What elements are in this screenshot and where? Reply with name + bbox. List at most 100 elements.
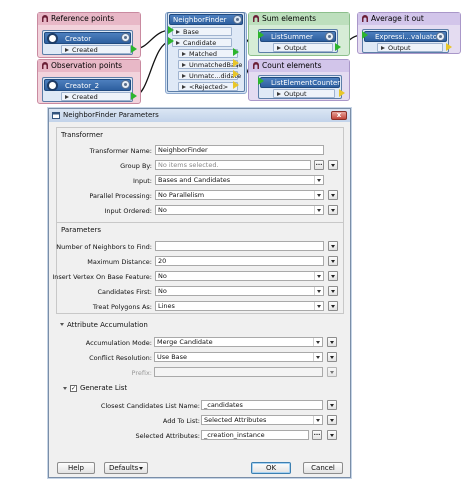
- insert-vertex-menu-button[interactable]: [328, 271, 338, 281]
- input-connector-icon[interactable]: [168, 26, 174, 34]
- bookmark-title: Observation points: [51, 61, 123, 70]
- port-arrow-icon: [182, 52, 186, 56]
- selected-attributes-field[interactable]: _creation_instance: [201, 430, 309, 440]
- add-to-list-menu-button[interactable]: [327, 415, 337, 425]
- input-port-base[interactable]: Base: [172, 27, 232, 36]
- output-port-created[interactable]: Created: [61, 92, 131, 101]
- treat-polygons-select[interactable]: Lines: [155, 301, 324, 311]
- output-connector-icon[interactable]: [233, 59, 239, 67]
- gear-icon[interactable]: [436, 32, 445, 41]
- transformer-name-label: Transformer Name:: [89, 147, 152, 155]
- transformer-listelementcounter[interactable]: ListElementCounter Output: [258, 75, 342, 99]
- output-port-output[interactable]: Output: [273, 89, 335, 98]
- maximum-distance-field[interactable]: 20: [155, 256, 324, 266]
- parallel-processing-select[interactable]: No Parallelism: [155, 190, 324, 200]
- gear-icon[interactable]: [121, 80, 130, 89]
- treat-polygons-menu-button[interactable]: [328, 301, 338, 311]
- group-by-field[interactable]: No items selected.: [155, 160, 311, 170]
- defaults-button[interactable]: Defaults: [104, 462, 148, 474]
- port-arrow-icon: [182, 85, 186, 89]
- candidates-first-menu-button[interactable]: [328, 286, 338, 296]
- help-button[interactable]: Help: [57, 462, 95, 474]
- bookmark-title: Average it out: [371, 14, 424, 23]
- transformer-creator[interactable]: Creator Created: [42, 30, 133, 55]
- output-port-output[interactable]: Output: [377, 43, 443, 52]
- generate-list-checkbox[interactable]: ✓: [70, 385, 77, 392]
- conflict-resolution-menu-button[interactable]: [327, 352, 337, 362]
- input-connector-icon[interactable]: [362, 31, 368, 39]
- list-name-field[interactable]: _candidates: [201, 400, 323, 410]
- group-by-menu-button[interactable]: [328, 160, 338, 170]
- dialog-titlebar[interactable]: NeighborFinder Parameters x: [49, 109, 350, 122]
- port-arrow-icon: [176, 30, 180, 34]
- list-name-menu-button[interactable]: [327, 400, 337, 410]
- output-connector-icon[interactable]: [131, 92, 137, 100]
- maximum-distance-menu-button[interactable]: [328, 256, 338, 266]
- group-by-browse-button[interactable]: ...: [314, 160, 324, 170]
- add-to-list-select[interactable]: Selected Attributes: [201, 415, 323, 425]
- neighbors-to-find-menu-button[interactable]: [328, 241, 338, 251]
- chevron-down-icon: [314, 272, 323, 280]
- input-select-value: Bases and Candidates: [158, 176, 231, 184]
- gear-icon[interactable]: [233, 15, 242, 24]
- transformer-group: Transformer Transformer Name: NeighborFi…: [56, 127, 344, 225]
- creator-icon: [47, 80, 58, 91]
- bookmark-icon: [42, 62, 48, 69]
- bookmark-icon: [253, 62, 259, 69]
- output-connector-icon[interactable]: [233, 48, 239, 56]
- workflow-canvas[interactable]: Reference points Creator Created Observa…: [0, 0, 474, 110]
- treat-polygons-value: Lines: [158, 302, 175, 310]
- candidates-first-select[interactable]: No: [155, 286, 324, 296]
- parallel-processing-menu-button[interactable]: [328, 190, 338, 200]
- output-connector-icon[interactable]: [339, 89, 345, 97]
- transformer-name-field[interactable]: NeighborFinder: [155, 145, 324, 155]
- transformer-title[interactable]: ListElementCounter: [260, 77, 340, 88]
- collapse-generate-list-icon[interactable]: [63, 387, 67, 390]
- output-port-rejected[interactable]: <Rejected>: [178, 82, 238, 91]
- input-ordered-menu-button[interactable]: [328, 205, 338, 215]
- output-connector-icon[interactable]: [233, 81, 239, 89]
- parallel-processing-value: No Parallelism: [158, 191, 205, 199]
- transformer-title[interactable]: Expressi...valuator: [364, 31, 447, 42]
- accumulation-mode-menu-button[interactable]: [327, 337, 337, 347]
- transformer-expressionevaluator[interactable]: Expressi...valuator Output: [362, 29, 449, 53]
- selected-attributes-menu-button[interactable]: [327, 430, 337, 440]
- cancel-button[interactable]: Cancel: [303, 462, 343, 474]
- gear-icon[interactable]: [325, 32, 334, 41]
- input-connector-icon[interactable]: [168, 37, 174, 45]
- output-connector-icon[interactable]: [446, 43, 452, 51]
- output-connector-icon[interactable]: [233, 70, 239, 78]
- input-connector-icon[interactable]: [258, 31, 264, 39]
- selected-attributes-label: Selected Attributes:: [135, 432, 200, 440]
- input-ordered-select[interactable]: No: [155, 205, 324, 215]
- insert-vertex-select[interactable]: No: [155, 271, 324, 281]
- transformer-listsummer[interactable]: ListSummer Output: [258, 29, 338, 53]
- output-port-unmatchedcandidate[interactable]: Unmatc...didate: [178, 71, 241, 80]
- input-connector-icon[interactable]: [258, 77, 264, 85]
- ok-button[interactable]: OK: [251, 462, 291, 474]
- transformer-creator-2[interactable]: Creator_2 Created: [42, 77, 133, 102]
- dialog-title: NeighborFinder Parameters: [63, 111, 159, 119]
- output-port-matched[interactable]: Matched: [178, 49, 238, 58]
- close-button[interactable]: x: [331, 111, 347, 120]
- neighbors-to-find-field[interactable]: [155, 241, 324, 251]
- output-port-created[interactable]: Created: [61, 45, 131, 54]
- transformer-title[interactable]: NeighborFinder: [169, 14, 243, 25]
- group-title: Transformer: [61, 131, 104, 139]
- neighborfinder-parameters-dialog[interactable]: NeighborFinder Parameters x Transformer …: [48, 108, 351, 478]
- input-port-candidate[interactable]: Candidate: [172, 38, 232, 47]
- output-port-output[interactable]: Output: [273, 43, 333, 52]
- output-connector-icon[interactable]: [131, 45, 137, 53]
- gear-icon[interactable]: [121, 33, 130, 42]
- collapse-accumulation-icon[interactable]: [60, 323, 64, 326]
- accumulation-mode-select[interactable]: Merge Candidate: [154, 337, 323, 347]
- output-connector-icon[interactable]: [335, 43, 341, 51]
- prefix-field[interactable]: [154, 367, 323, 377]
- selected-attributes-browse-button[interactable]: ...: [312, 430, 322, 440]
- output-port-unmatchedbase[interactable]: UnmatchedBase: [178, 60, 242, 69]
- input-select[interactable]: Bases and Candidates: [155, 175, 324, 185]
- port-label: Candidate: [183, 39, 217, 47]
- prefix-label: Prefix:: [131, 369, 152, 377]
- prefix-menu-button[interactable]: [327, 367, 337, 377]
- conflict-resolution-select[interactable]: Use Base: [154, 352, 323, 362]
